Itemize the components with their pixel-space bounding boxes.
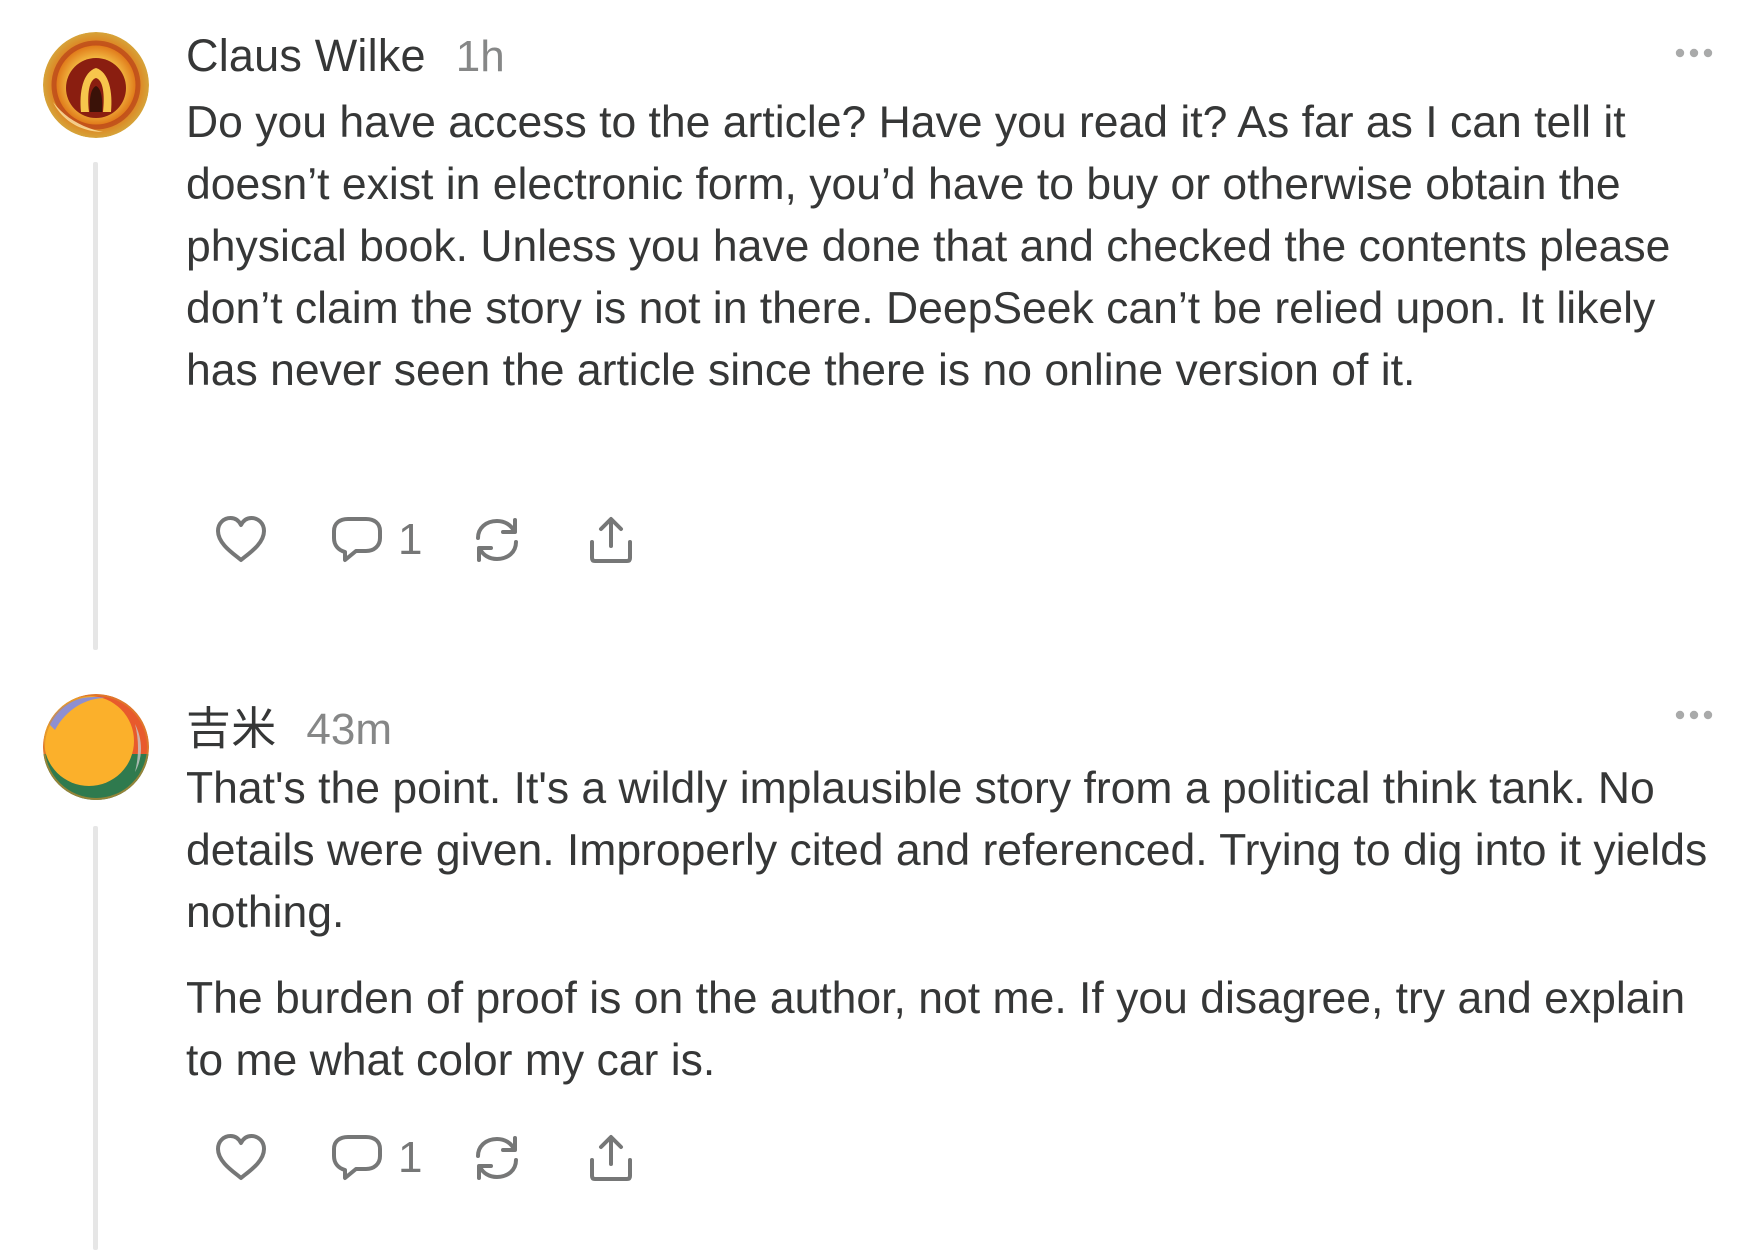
comment-paragraph: That's the point. It's a wildly implausi… (186, 764, 1708, 937)
author-name[interactable]: 吉米 (186, 692, 276, 757)
restack-button[interactable] (470, 1128, 524, 1188)
thread-line (93, 826, 98, 1250)
avatar[interactable] (43, 694, 149, 800)
heart-icon (216, 1134, 266, 1180)
comment-paragraph: The burden of proof is on the author, no… (186, 974, 1686, 1085)
restack-icon (476, 1136, 518, 1180)
reply-button[interactable]: 1 (330, 1128, 422, 1188)
comment-2: 吉米 43m That's the point. It's a wildly i… (0, 0, 1764, 1250)
timestamp[interactable]: 43m (306, 705, 392, 755)
avatar-image (43, 694, 149, 800)
more-dots-icon[interactable] (1674, 708, 1714, 722)
comment-actions: 1 (214, 1128, 734, 1188)
share-button[interactable] (584, 1128, 638, 1188)
comment-body: That's the point. It's a wildly implausi… (186, 758, 1726, 1092)
comment-header: 吉米 43m (186, 692, 392, 757)
reply-count: 1 (398, 1133, 423, 1182)
like-button[interactable] (214, 1128, 268, 1188)
speech-bubble-icon (332, 1135, 382, 1180)
share-icon (590, 1135, 632, 1181)
